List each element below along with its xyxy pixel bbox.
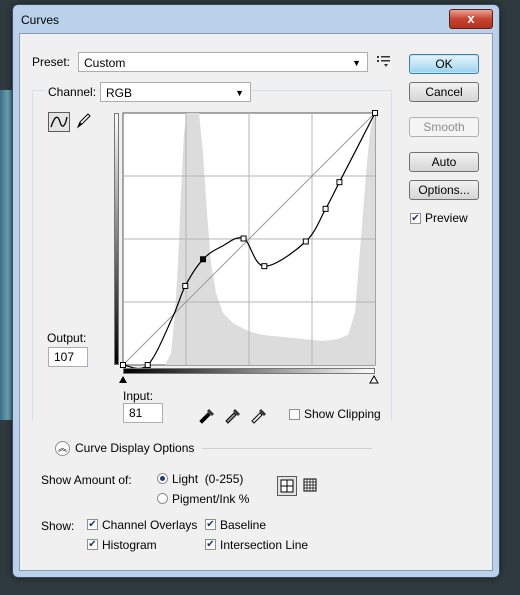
show-amount-label: Show Amount of: <box>41 473 132 487</box>
light-radio[interactable] <box>157 473 168 484</box>
auto-button[interactable]: Auto <box>409 152 479 172</box>
channel-overlays-label: Channel Overlays <box>102 518 198 532</box>
grid-4x4-button[interactable] <box>277 476 297 496</box>
channel-value: RGB <box>106 86 133 100</box>
grid-10x10-button[interactable] <box>301 476 321 496</box>
selected-curve-point[interactable] <box>200 256 207 263</box>
light-radio-label: Light (0-255) <box>172 472 244 486</box>
close-button[interactable]: x <box>449 9 493 29</box>
grid-10x10-icon <box>303 478 317 492</box>
curve-point[interactable] <box>372 110 378 116</box>
input-field[interactable]: 81 <box>123 403 163 423</box>
curves-dialog: Curves x Preset: Custom ▼ OK Cancel Smoo… <box>12 4 500 578</box>
curve-point[interactable] <box>322 205 329 212</box>
white-point-slider[interactable] <box>369 375 379 384</box>
pigment-radio-label: Pigment/Ink % <box>172 492 250 506</box>
intersection-line-label: Intersection Line <box>220 538 309 552</box>
channel-overlays-checkbox[interactable]: ✔ <box>87 519 98 530</box>
curve-point[interactable] <box>240 235 247 242</box>
baseline-checkbox[interactable]: ✔ <box>205 519 216 530</box>
chevron-down-icon: ▼ <box>352 58 361 68</box>
dialog-body: Preset: Custom ▼ OK Cancel Smooth Auto O… <box>19 33 493 571</box>
baseline-label: Baseline <box>220 518 267 532</box>
curve-point[interactable] <box>261 263 268 270</box>
curve-point[interactable] <box>336 179 343 186</box>
curve-tool-icon <box>50 116 68 128</box>
preview-label: Preview <box>425 211 468 225</box>
curve-point[interactable] <box>144 362 151 368</box>
collapse-icon[interactable]: ︽ <box>55 441 70 456</box>
white-eyedropper-icon[interactable] <box>249 404 269 424</box>
channel-label: Channel: <box>46 85 99 99</box>
curve-display-options-label: Curve Display Options <box>75 441 195 455</box>
curve-tool-button[interactable] <box>48 112 70 132</box>
title-bar: Curves x <box>13 5 499 31</box>
show-clipping-label: Show Clipping <box>304 407 381 421</box>
black-eyedropper-icon[interactable] <box>197 404 217 424</box>
output-gradient-bar <box>114 113 119 365</box>
curve-point[interactable] <box>120 362 126 368</box>
preset-menu-icon[interactable] <box>376 54 392 68</box>
histogram-label: Histogram <box>102 538 157 552</box>
grid-4x4-icon <box>280 479 294 493</box>
show-label: Show: <box>41 519 75 533</box>
output-label: Output: <box>47 331 87 345</box>
pencil-tool-icon <box>76 113 91 129</box>
ok-button[interactable]: OK <box>409 54 479 74</box>
input-gradient-bar <box>123 368 375 374</box>
curves-graph[interactable] <box>119 109 379 372</box>
histogram-checkbox[interactable]: ✔ <box>87 539 98 550</box>
preset-value: Custom <box>84 56 126 70</box>
section-divider <box>202 448 372 449</box>
chevron-down-icon: ▼ <box>235 88 244 98</box>
options-button[interactable]: Options... <box>409 180 479 200</box>
cancel-button[interactable]: Cancel <box>409 82 479 102</box>
black-point-slider[interactable] <box>119 376 127 383</box>
input-label: Input: <box>123 389 154 403</box>
preset-label: Preset: <box>32 55 71 69</box>
curve-point[interactable] <box>182 282 189 289</box>
show-clipping-checkbox[interactable] <box>289 409 300 420</box>
output-field[interactable]: 107 <box>48 347 88 367</box>
pencil-tool-button[interactable] <box>74 112 96 132</box>
smooth-button[interactable]: Smooth <box>409 117 479 137</box>
channel-select[interactable]: RGB ▼ <box>100 82 251 102</box>
input-sliders[interactable] <box>119 375 381 385</box>
pigment-radio[interactable] <box>157 493 168 504</box>
curve-point[interactable] <box>302 238 309 245</box>
gray-eyedropper-icon[interactable] <box>223 404 243 424</box>
preset-select[interactable]: Custom ▼ <box>78 52 368 72</box>
intersection-line-checkbox[interactable]: ✔ <box>205 539 216 550</box>
preview-checkbox[interactable]: ✔ <box>410 213 421 224</box>
window-title: Curves <box>21 13 60 27</box>
